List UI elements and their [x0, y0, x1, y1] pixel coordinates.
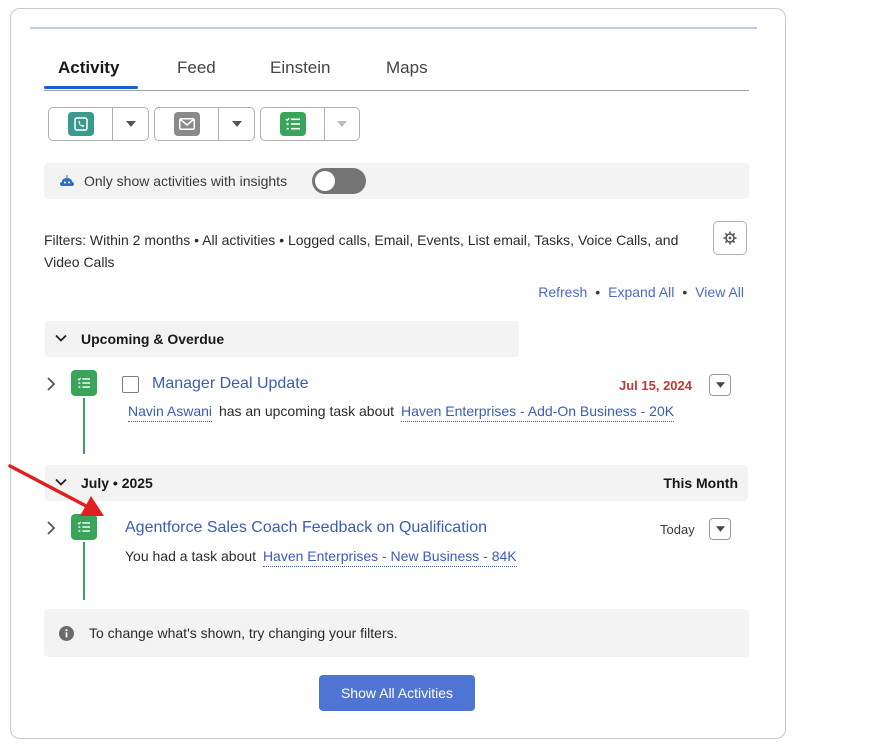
panel-top-border: [30, 27, 757, 29]
related-opportunity-link[interactable]: Haven Enterprises - Add-On Business - 20…: [400, 403, 675, 422]
task-complete-checkbox[interactable]: [122, 376, 139, 393]
view-all-link[interactable]: View All: [695, 284, 744, 300]
section-july-2025[interactable]: July • 2025 This Month: [45, 465, 748, 501]
task-description: You had a task about Haven Enterprises -…: [125, 548, 517, 567]
einstein-icon: [60, 175, 74, 186]
chevron-down-icon: [715, 382, 725, 388]
toggle-knob: [315, 171, 335, 191]
activity-tabs: Activity Feed Einstein Maps: [44, 58, 749, 91]
chevron-down-icon: [125, 121, 136, 127]
task-button-group: [260, 107, 360, 141]
filters-summary: Filters: Within 2 months • All activitie…: [44, 232, 679, 270]
task-date: Today: [660, 522, 695, 537]
task-icon: [71, 370, 97, 396]
email-dropdown[interactable]: [219, 108, 254, 140]
email-button-group: [154, 107, 255, 141]
insights-filter-bar: Only show activities with insights: [44, 163, 749, 199]
new-task-button[interactable]: [261, 108, 325, 140]
task-subject-link[interactable]: Agentforce Sales Coach Feedback on Quali…: [125, 519, 487, 537]
task-icon: [279, 112, 306, 136]
timeline-line: [83, 398, 85, 454]
expand-all-link[interactable]: Expand All: [608, 284, 674, 300]
tab-activity[interactable]: Activity: [58, 58, 119, 78]
refresh-link[interactable]: Refresh: [538, 284, 587, 300]
assigned-user-link[interactable]: Navin Aswani: [128, 403, 213, 422]
email-button[interactable]: [155, 108, 219, 140]
task-actions-dropdown[interactable]: [709, 374, 731, 396]
show-all-activities-button[interactable]: Show All Activities: [319, 675, 475, 711]
tab-feed[interactable]: Feed: [177, 58, 216, 78]
annotation-arrow-icon: [8, 464, 104, 516]
related-opportunity-link[interactable]: Haven Enterprises - New Business - 84K: [262, 548, 517, 567]
log-call-dropdown[interactable]: [113, 108, 148, 140]
task-dropdown[interactable]: [325, 108, 359, 140]
log-call-button-group: [48, 107, 149, 141]
chevron-down-icon: [337, 121, 347, 127]
chevron-down-icon: [715, 526, 725, 532]
task-description-text: has an upcoming task about: [218, 403, 395, 419]
chevron-down-icon: [231, 121, 242, 127]
log-call-button[interactable]: [49, 108, 113, 140]
separator-dot: •: [682, 284, 688, 300]
tab-einstein[interactable]: Einstein: [270, 58, 330, 78]
tab-maps[interactable]: Maps: [386, 58, 428, 78]
chevron-down-icon: [55, 334, 67, 342]
info-message-text: To change what's shown, try changing you…: [89, 625, 398, 641]
gear-icon: [723, 231, 737, 245]
activity-links: Refresh • Expand All • View All: [538, 284, 744, 300]
email-icon: [173, 112, 200, 136]
phone-icon: [67, 112, 94, 136]
info-icon: [59, 626, 74, 641]
section-upcoming-overdue[interactable]: Upcoming & Overdue: [45, 321, 519, 357]
section-period-label: This Month: [663, 475, 738, 491]
active-tab-indicator: [44, 86, 138, 89]
task-description-text: You had a task about: [125, 548, 257, 564]
insights-toggle-label: Only show activities with insights: [84, 173, 288, 189]
section-title: Upcoming & Overdue: [81, 331, 225, 347]
filter-info-message: To change what's shown, try changing you…: [44, 609, 749, 657]
task-description: Navin Aswani has an upcoming task about …: [128, 403, 675, 422]
separator-dot: •: [595, 284, 601, 300]
task-actions-dropdown[interactable]: [709, 518, 731, 540]
task-due-date: Jul 15, 2024: [619, 378, 692, 393]
task-subject-link[interactable]: Manager Deal Update: [152, 375, 309, 393]
insights-toggle[interactable]: [312, 168, 366, 194]
timeline-line: [83, 542, 85, 600]
expand-row-chevron-icon[interactable]: [46, 377, 56, 391]
filter-settings-button[interactable]: [713, 221, 747, 255]
